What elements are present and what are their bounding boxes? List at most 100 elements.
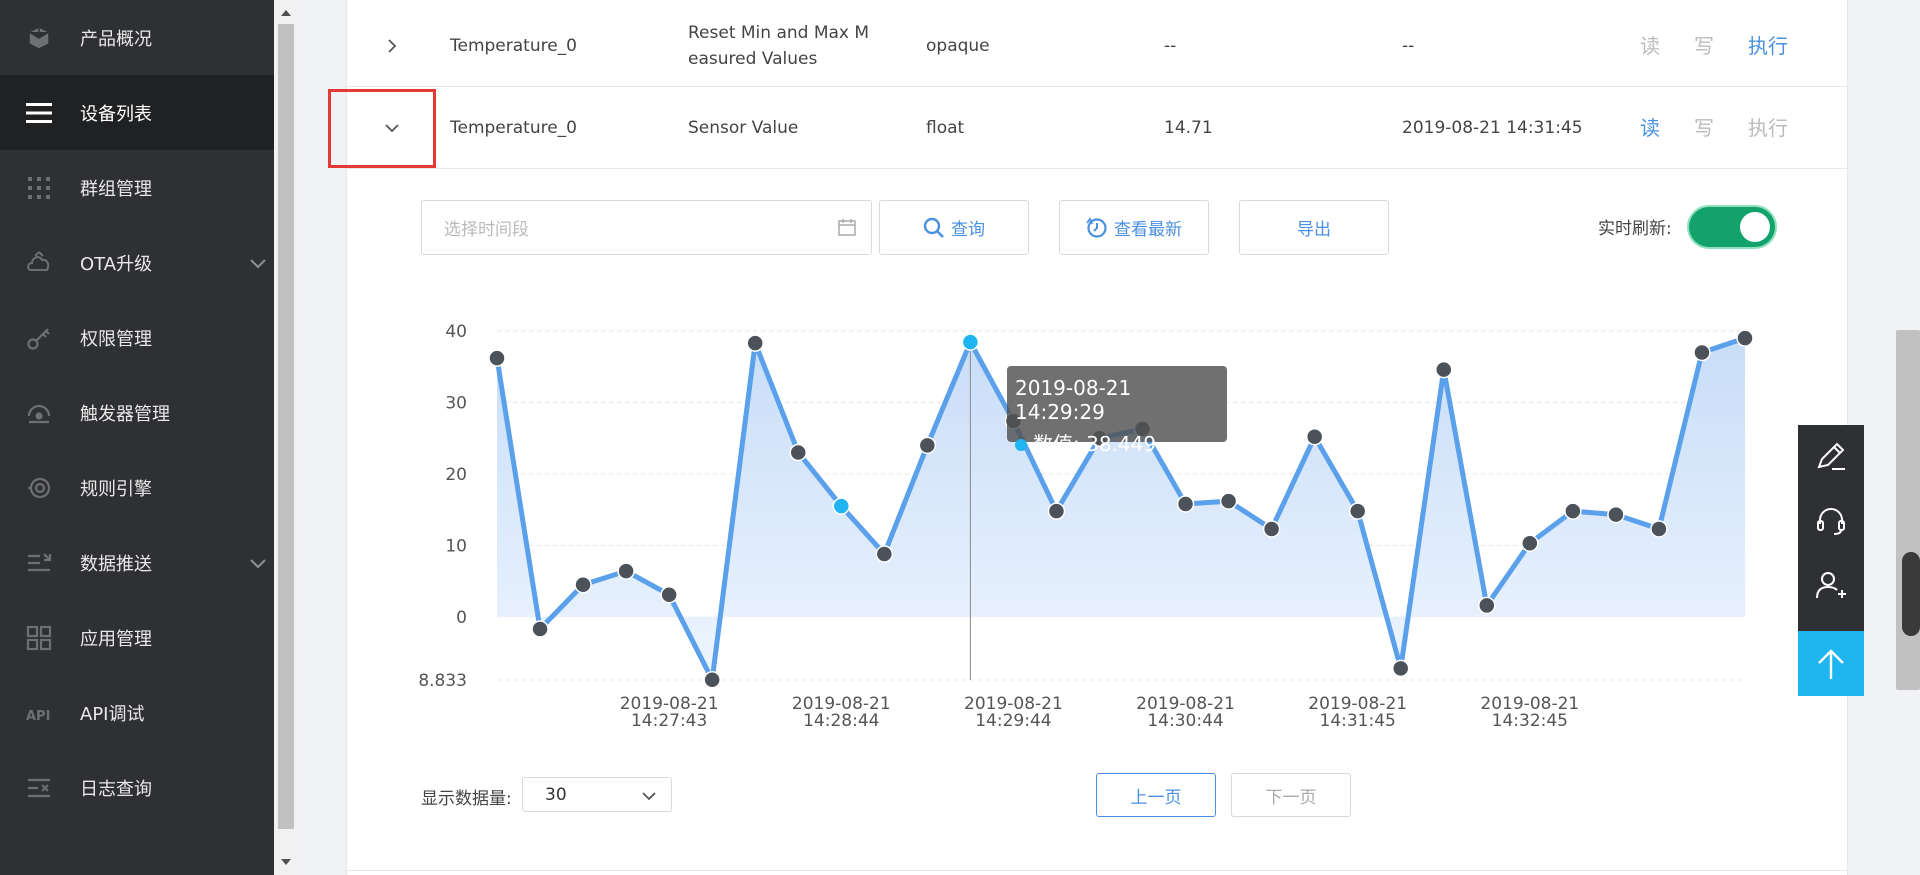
sidebar-item-permission[interactable]: 权限管理 bbox=[0, 300, 274, 375]
sidebar-item-api-debug[interactable]: API API调试 bbox=[0, 675, 274, 750]
data-point bbox=[1348, 502, 1367, 520]
add-user-icon bbox=[1816, 572, 1846, 599]
data-point bbox=[1693, 343, 1711, 362]
key-icon bbox=[24, 323, 54, 353]
scrollbar-thumb[interactable] bbox=[278, 24, 294, 829]
right-scroll-handle[interactable] bbox=[1902, 552, 1920, 636]
date-range-input[interactable]: 选择时间段 bbox=[421, 200, 872, 255]
page-scrollbar[interactable] bbox=[274, 0, 298, 875]
query-button[interactable]: 查询 bbox=[879, 200, 1029, 255]
tooltip-series: 数值 bbox=[1033, 432, 1073, 456]
chevron-down-icon[interactable] bbox=[248, 553, 268, 573]
headset-icon bbox=[1817, 508, 1845, 535]
svg-text:API: API bbox=[26, 709, 50, 724]
next-page-button[interactable]: 下一页 bbox=[1231, 773, 1351, 817]
search-icon bbox=[923, 217, 944, 238]
data-point bbox=[1176, 495, 1195, 513]
execute-button[interactable]: 执行 bbox=[1748, 5, 1788, 87]
realtime-label: 实时刷新: bbox=[1598, 219, 1672, 239]
x-tick-time: 14:32:45 bbox=[1492, 711, 1568, 731]
table-row: Temperature_0 Reset Min and Max M easure… bbox=[347, 5, 1847, 87]
sidebar-item-app-management[interactable]: 应用管理 bbox=[0, 600, 274, 675]
data-point bbox=[660, 585, 678, 604]
view-latest-button[interactable]: 查看最新 bbox=[1059, 200, 1209, 255]
support-button[interactable] bbox=[1798, 489, 1864, 553]
prev-page-button[interactable]: 上一页 bbox=[1096, 773, 1216, 817]
data-point bbox=[1219, 492, 1238, 510]
query-label: 查询 bbox=[951, 220, 985, 240]
sidebar-item-label: 数据推送 bbox=[80, 553, 152, 575]
data-point bbox=[574, 575, 592, 594]
cell-resource: Sensor Value bbox=[688, 118, 799, 138]
read-button[interactable]: 读 bbox=[1640, 87, 1660, 169]
chevron-down-icon[interactable] bbox=[248, 253, 268, 273]
sidebar-item-product-overview[interactable]: 产品概况 bbox=[0, 0, 274, 75]
data-point bbox=[1391, 659, 1410, 678]
back-to-top-button[interactable] bbox=[1798, 631, 1864, 696]
read-button[interactable]: 读 bbox=[1640, 5, 1660, 87]
rule-engine-icon bbox=[24, 473, 54, 503]
data-point bbox=[1564, 502, 1582, 520]
table-row: Temperature_0 Sensor Value float 14.71 2… bbox=[347, 87, 1847, 169]
data-count-value: 30 bbox=[545, 784, 567, 805]
y-tick-label: 8.833 bbox=[418, 671, 467, 691]
sidebar-item-device-list[interactable]: 设备列表 bbox=[0, 75, 274, 150]
sidebar-item-label: 规则引擎 bbox=[80, 478, 152, 500]
chevron-right-icon bbox=[388, 39, 397, 53]
data-point bbox=[1607, 505, 1625, 524]
cell-time: 2019-08-21 14:31:45 bbox=[1402, 118, 1583, 138]
cell-value: -- bbox=[1164, 36, 1177, 56]
row-divider bbox=[347, 870, 1847, 871]
sidebar-item-label: OTA升级 bbox=[80, 253, 153, 275]
cell-type: float bbox=[926, 118, 965, 138]
export-label: 导出 bbox=[1297, 220, 1331, 240]
cell-name: Temperature_0 bbox=[450, 36, 578, 56]
write-button[interactable]: 写 bbox=[1694, 87, 1714, 169]
sidebar-item-ota-upgrade[interactable]: OTA升级 bbox=[0, 225, 274, 300]
sidebar-item-group-management[interactable]: 群组管理 bbox=[0, 150, 274, 225]
data-point bbox=[531, 620, 549, 638]
execute-button[interactable]: 执行 bbox=[1748, 87, 1788, 169]
data-count-select[interactable]: 30 bbox=[522, 777, 672, 812]
cell-time: -- bbox=[1402, 36, 1415, 56]
sidebar-item-rule-engine[interactable]: 规则引擎 bbox=[0, 450, 274, 525]
y-tick-label: 20 bbox=[445, 465, 467, 485]
tooltip-time: 2019-08-21 14:29:29 bbox=[1015, 376, 1132, 424]
data-count-label: 显示数据量: bbox=[421, 789, 512, 809]
sidebar-item-label: 应用管理 bbox=[80, 628, 152, 650]
write-button[interactable]: 写 bbox=[1694, 5, 1714, 87]
trigger-icon bbox=[24, 398, 54, 428]
add-user-button[interactable] bbox=[1798, 553, 1864, 617]
realtime-toggle[interactable] bbox=[1689, 207, 1775, 247]
calendar-icon bbox=[838, 219, 856, 236]
right-scrollbar[interactable] bbox=[1896, 330, 1920, 690]
data-point bbox=[961, 333, 980, 351]
x-tick-time: 14:27:43 bbox=[631, 711, 707, 731]
tooltip-separator: : bbox=[1073, 432, 1087, 456]
sidebar-item-log-query[interactable]: 日志查询 bbox=[0, 750, 274, 825]
scroll-up-icon[interactable] bbox=[281, 10, 291, 16]
data-point bbox=[1521, 534, 1539, 553]
sidebar-item-label: API调试 bbox=[80, 703, 145, 725]
data-point bbox=[703, 671, 721, 689]
sidebar-item-trigger[interactable]: 触发器管理 bbox=[0, 375, 274, 450]
highlight-box bbox=[328, 89, 436, 168]
data-point bbox=[746, 334, 764, 352]
scroll-down-icon[interactable] bbox=[281, 859, 291, 865]
log-icon bbox=[24, 773, 54, 803]
export-button[interactable]: 导出 bbox=[1239, 200, 1389, 255]
expand-row-button[interactable] bbox=[347, 5, 437, 87]
series-dot-icon bbox=[1015, 439, 1027, 451]
data-point bbox=[1650, 520, 1668, 538]
grid-dots-icon bbox=[24, 173, 54, 203]
cell-value: 14.71 bbox=[1164, 118, 1213, 138]
push-icon bbox=[24, 548, 54, 578]
cube-icon bbox=[24, 23, 54, 53]
tooltip-value: 38.449 bbox=[1086, 432, 1157, 456]
edit-icon bbox=[1817, 442, 1845, 470]
cell-name: Temperature_0 bbox=[450, 118, 578, 138]
cell-resource: Reset Min and Max M easured Values bbox=[688, 23, 870, 69]
feedback-button[interactable] bbox=[1798, 425, 1864, 489]
sidebar-item-data-push[interactable]: 数据推送 bbox=[0, 525, 274, 600]
y-tick-label: 10 bbox=[445, 536, 467, 556]
